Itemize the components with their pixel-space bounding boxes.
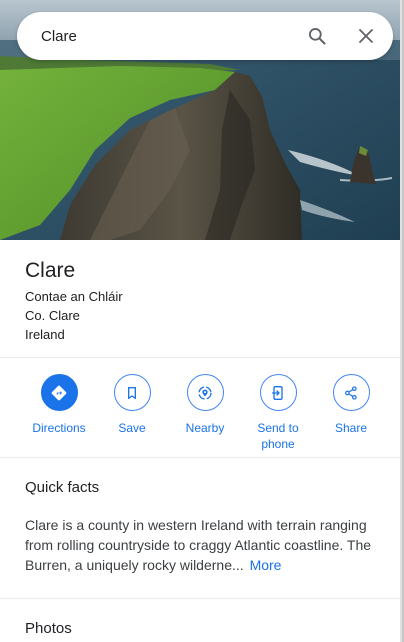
quick-facts-body: Clare is a county in western Ireland wit…: [25, 517, 372, 573]
nearby-label: Nearby: [185, 421, 225, 435]
address-line: Contae an Chláir: [25, 289, 123, 304]
save-button[interactable]: Save: [97, 374, 167, 436]
save-label: Save: [118, 421, 146, 435]
close-button[interactable]: [352, 22, 380, 50]
place-title: Clare: [25, 259, 76, 282]
search-button[interactable]: [303, 22, 331, 50]
search-input[interactable]: [41, 26, 291, 46]
bookmark-icon: [113, 374, 151, 411]
send-to-phone-label-line2: phone: [261, 437, 295, 451]
send-to-phone-label-line1: Send to: [257, 421, 299, 435]
address-line: Co. Clare: [25, 308, 80, 323]
send-to-phone-button[interactable]: Send to phone: [243, 374, 313, 452]
directions-icon: [40, 374, 78, 411]
more-link[interactable]: More: [250, 557, 282, 573]
directions-button[interactable]: Directions: [24, 374, 94, 436]
quick-facts-text: Clare is a county in western Ireland wit…: [25, 515, 385, 575]
send-to-phone-icon: [259, 374, 297, 411]
address-line: Ireland: [25, 327, 65, 342]
share-button[interactable]: Share: [316, 374, 386, 436]
place-header: Clare Contae an Chláir Co. Clare Ireland: [0, 240, 400, 358]
search-box: [17, 12, 393, 60]
directions-label: Directions: [32, 421, 86, 435]
nearby-icon: [186, 374, 224, 411]
close-icon: [359, 29, 373, 43]
search-icon: [309, 28, 326, 45]
share-label: Share: [334, 421, 368, 435]
quick-facts-section: Quick facts Clare is a county in western…: [0, 458, 400, 599]
photos-title: Photos: [25, 620, 72, 637]
place-panel: Clare Contae an Chláir Co. Clare Ireland…: [0, 0, 402, 642]
action-buttons: Directions Save Nearby Send to phone Sha…: [0, 358, 400, 458]
send-to-phone-label: Send to phone: [257, 420, 298, 452]
quick-facts-title: Quick facts: [25, 479, 100, 496]
share-icon: [332, 374, 370, 411]
nearby-button[interactable]: Nearby: [170, 374, 240, 436]
